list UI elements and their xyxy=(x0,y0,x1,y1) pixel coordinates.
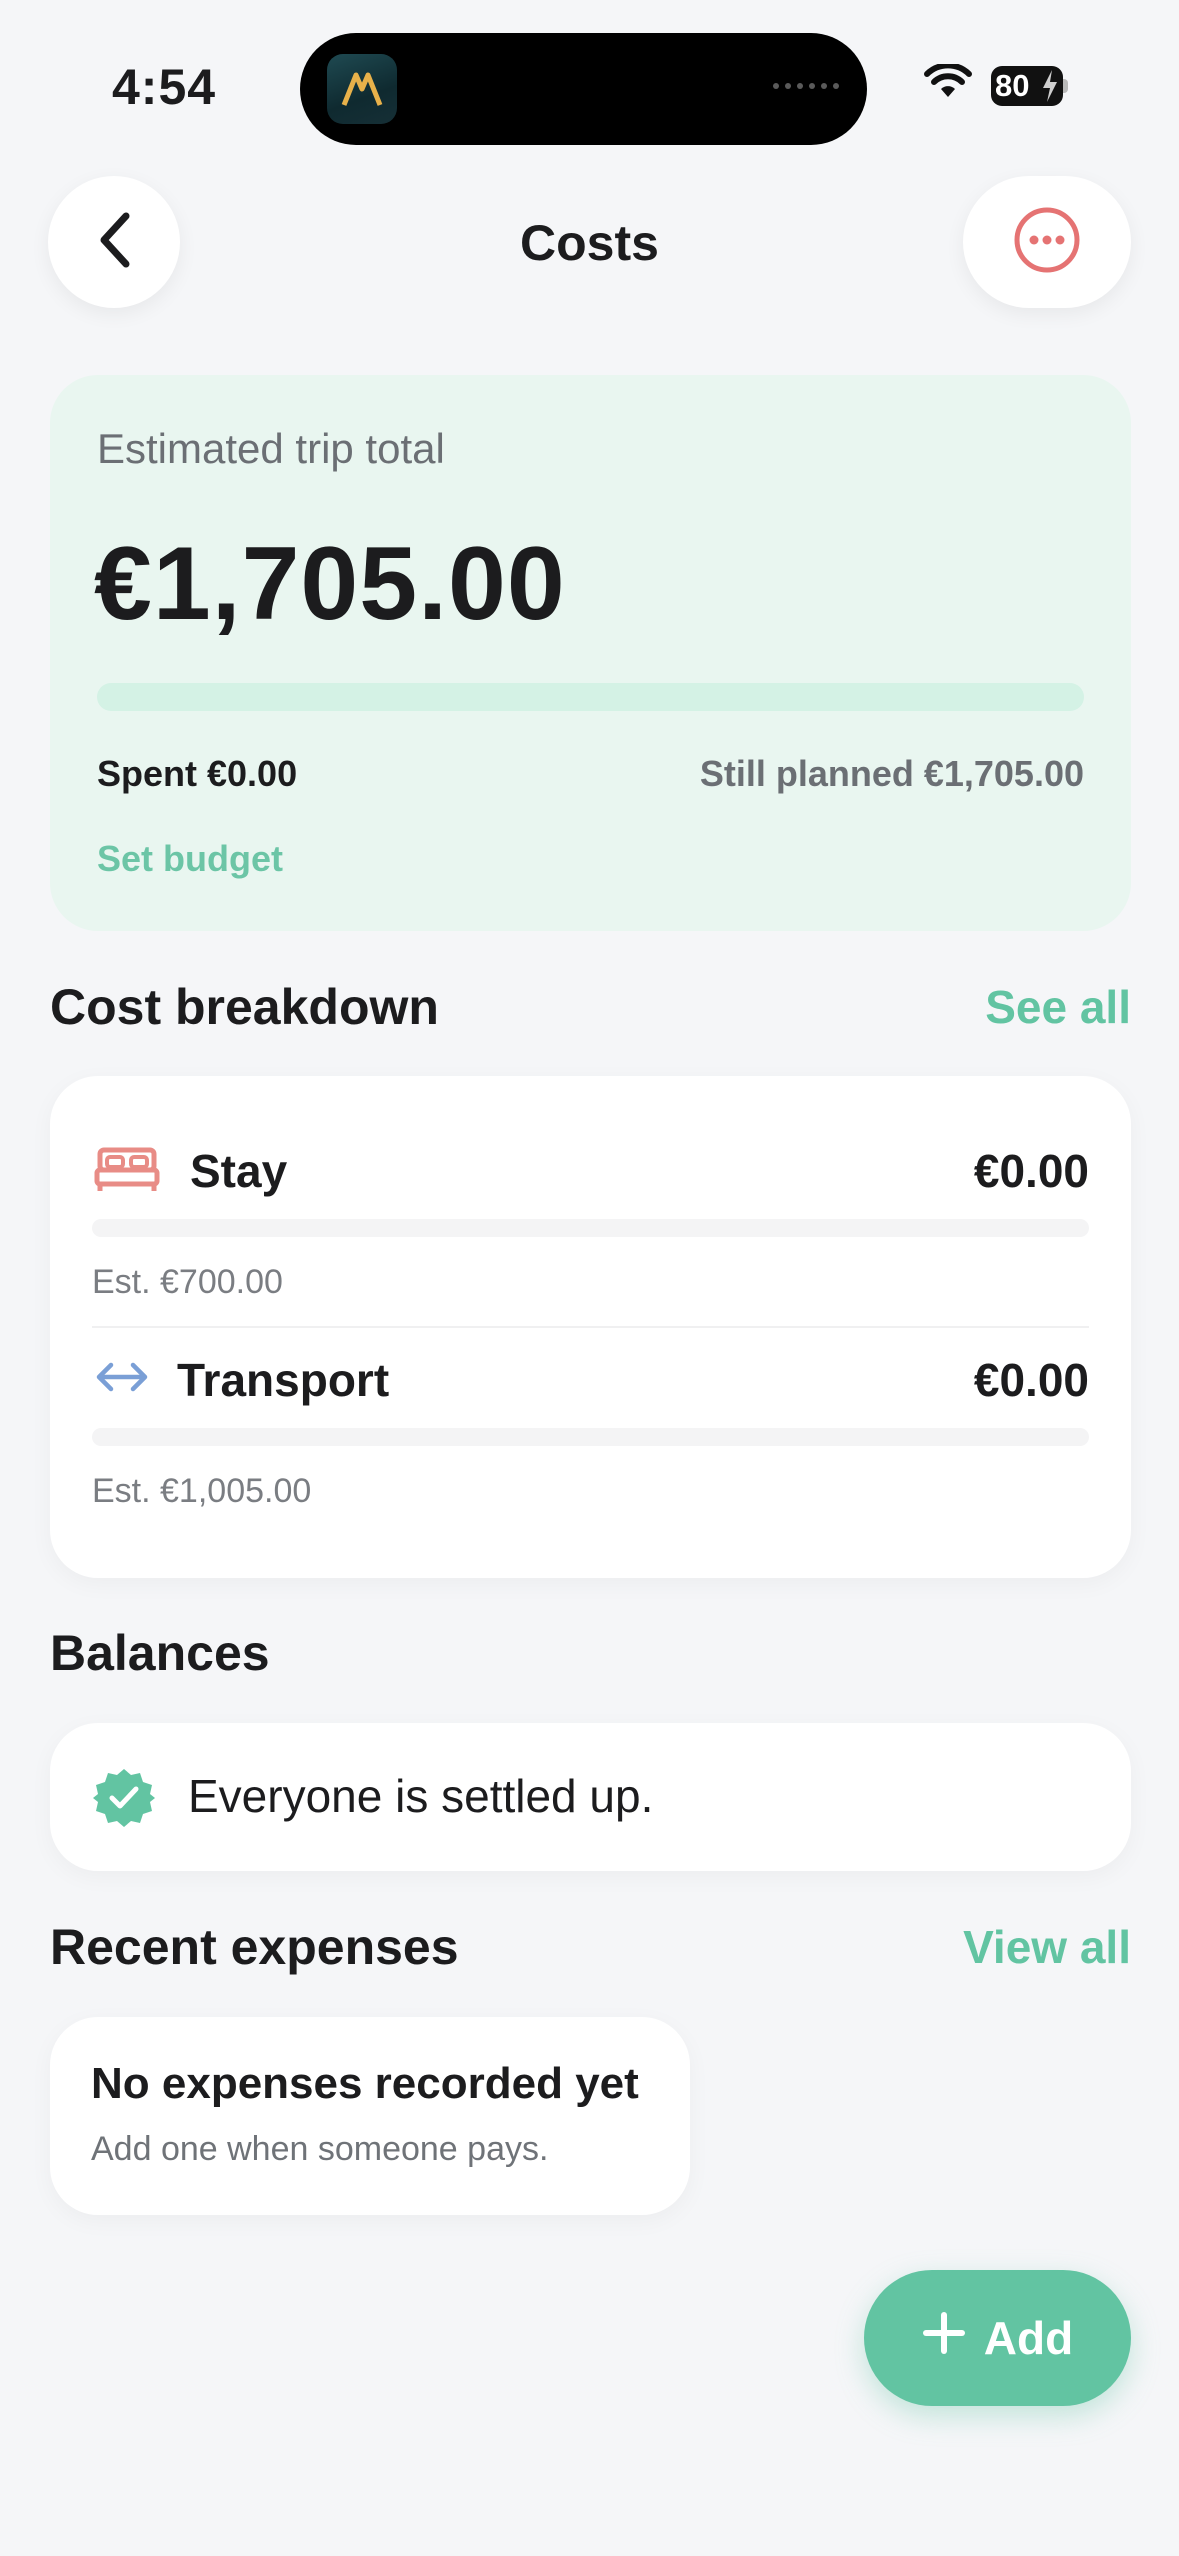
category-amount: €0.00 xyxy=(973,1354,1089,1406)
set-budget-link[interactable]: Set budget xyxy=(97,838,283,880)
empty-expenses-card: No expenses recorded yet Add one when so… xyxy=(50,2017,690,2215)
more-options-button[interactable] xyxy=(963,176,1131,308)
see-all-link[interactable]: See all xyxy=(985,980,1131,1034)
checkmark-seal-icon xyxy=(93,1767,155,1834)
category-estimate: Est. €700.00 xyxy=(92,1263,283,1301)
recent-expenses-heading: Recent expenses xyxy=(50,1919,459,1975)
cost-breakdown-heading: Cost breakdown xyxy=(50,979,439,1035)
add-expense-button[interactable]: Add xyxy=(864,2270,1131,2406)
battery-indicator: 80 xyxy=(991,66,1068,106)
arrows-horizontal-icon xyxy=(94,1357,150,1402)
balances-card[interactable]: Everyone is settled up. xyxy=(50,1723,1131,1871)
spent-amount: Spent €0.00 xyxy=(97,753,298,794)
cost-breakdown-card: Stay €0.00 Est. €700.00 Transport €0.00 … xyxy=(50,1076,1131,1578)
category-amount: €0.00 xyxy=(973,1145,1089,1197)
empty-state-title: No expenses recorded yet xyxy=(91,2059,639,2108)
view-all-link[interactable]: View all xyxy=(963,1920,1131,1974)
balances-heading: Balances xyxy=(50,1625,270,1681)
trip-total-card: Estimated trip total €1,705.00 Spent €0.… xyxy=(50,375,1131,931)
trip-total-label: Estimated trip total xyxy=(97,425,445,472)
spent-progress-bar xyxy=(97,683,1084,711)
category-progress-bar xyxy=(92,1428,1089,1446)
wifi-icon xyxy=(924,62,972,105)
bed-icon xyxy=(94,1146,160,1197)
battery-tip xyxy=(1063,79,1068,93)
empty-state-subtitle: Add one when someone pays. xyxy=(91,2130,549,2168)
app-activity-icon xyxy=(327,54,397,124)
balances-status: Everyone is settled up. xyxy=(188,1770,654,1822)
category-progress-bar xyxy=(92,1219,1089,1237)
divider xyxy=(92,1326,1089,1328)
still-planned-amount: Still planned €1,705.00 xyxy=(699,753,1084,794)
dynamic-island xyxy=(300,33,867,145)
trip-total-amount: €1,705.00 xyxy=(94,526,566,642)
island-indicator xyxy=(773,83,839,89)
category-name: Stay xyxy=(190,1145,288,1197)
category-name: Transport xyxy=(177,1354,390,1406)
add-button-label: Add xyxy=(983,2312,1074,2364)
ellipsis-circle-icon xyxy=(1013,206,1081,279)
status-time: 4:54 xyxy=(112,59,217,115)
plus-icon xyxy=(922,2311,966,2366)
charging-icon xyxy=(1041,70,1059,110)
battery-level: 80 xyxy=(995,68,1030,103)
category-estimate: Est. €1,005.00 xyxy=(92,1472,312,1510)
